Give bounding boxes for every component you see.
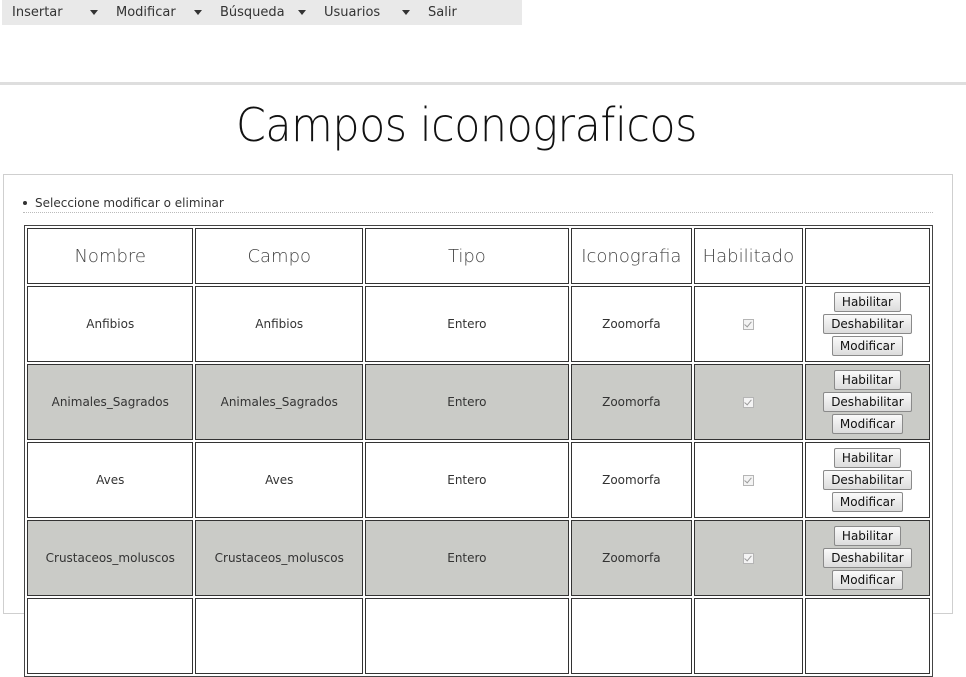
modify-button[interactable]: Modificar (831, 414, 903, 434)
modify-button[interactable]: Modificar (831, 570, 903, 590)
cell-iconografia: Zoomorfa (570, 286, 692, 362)
menu-modificar[interactable]: Modificar (106, 0, 210, 25)
cell-nombre: Aves (27, 442, 194, 518)
enabled-checkbox[interactable] (742, 319, 754, 330)
cell-habilitado (693, 442, 803, 518)
cell-actions: Habilitar Deshabilitar Modificar (804, 442, 930, 518)
chevron-down-icon (90, 10, 98, 15)
cell-habilitado (693, 520, 803, 596)
instruction-label: Seleccione modificar o eliminar (35, 196, 224, 210)
cell-iconografia: Zoomorfa (570, 364, 692, 440)
table-row: Crustaceos_moluscos Crustaceos_moluscos … (27, 520, 930, 596)
cell-iconografia: Zoomorfa (570, 442, 692, 518)
cell-actions: Habilitar Deshabilitar Modificar (804, 520, 930, 596)
menu-label: Insertar (12, 5, 63, 20)
cell-campo: Animales_Sagrados (195, 364, 363, 440)
chevron-down-icon (194, 10, 202, 15)
cell-iconografia: Zoomorfa (570, 520, 692, 596)
header-divider (0, 82, 966, 85)
header-habilitado: Habilitado (693, 228, 803, 284)
cell-tipo: Entero (364, 442, 569, 518)
modify-button[interactable]: Modificar (831, 336, 903, 356)
cell-campo: Anfibios (195, 286, 363, 362)
enabled-checkbox[interactable] (742, 397, 754, 408)
menu-insertar[interactable]: Insertar (2, 0, 106, 25)
cell-campo: Aves (195, 442, 363, 518)
cell-actions: Habilitar Deshabilitar Modificar (804, 286, 930, 362)
cell-tipo: Entero (364, 364, 569, 440)
menu-label: Modificar (116, 5, 176, 20)
disable-button[interactable]: Deshabilitar (823, 470, 912, 490)
header-actions (804, 228, 930, 284)
chevron-down-icon (402, 10, 410, 15)
table-row: Animales_Sagrados Animales_Sagrados Ente… (27, 364, 930, 440)
menu-busqueda[interactable]: Búsqueda (210, 0, 314, 25)
disable-button[interactable]: Deshabilitar (823, 314, 912, 334)
disable-button[interactable]: Deshabilitar (823, 548, 912, 568)
menu-salir[interactable]: Salir (418, 0, 522, 25)
enable-button[interactable]: Habilitar (833, 448, 901, 468)
cell-nombre: Crustaceos_moluscos (27, 520, 194, 596)
fields-table: Nombre Campo Tipo Iconografia Habilitado… (24, 225, 933, 677)
enabled-checkbox[interactable] (742, 475, 754, 486)
menu-label: Búsqueda (220, 5, 285, 20)
enable-button[interactable]: Habilitar (833, 292, 901, 312)
header-nombre: Nombre (27, 228, 194, 284)
table-row: Anfibios Anfibios Entero Zoomorfa Habili… (27, 286, 930, 362)
cell-campo: Crustaceos_moluscos (195, 520, 363, 596)
cell-tipo: Entero (364, 286, 569, 362)
modify-button[interactable]: Modificar (831, 492, 903, 512)
header-campo: Campo (195, 228, 363, 284)
cell-habilitado (693, 286, 803, 362)
table-row: Aves Aves Entero Zoomorfa Habilitar Desh… (27, 442, 930, 518)
menu-usuarios[interactable]: Usuarios (314, 0, 418, 25)
header-tipo: Tipo (364, 228, 569, 284)
enabled-checkbox[interactable] (742, 553, 754, 564)
table-row (27, 598, 930, 674)
top-menu-bar: Insertar Modificar Búsqueda Usuarios Sal… (2, 0, 522, 25)
cell-habilitado (693, 364, 803, 440)
chevron-down-icon (298, 10, 306, 15)
instruction-text: Seleccione modificar o eliminar (23, 196, 933, 213)
cell-nombre: Anfibios (27, 286, 194, 362)
header-iconografia: Iconografia (570, 228, 692, 284)
menu-label: Salir (428, 5, 457, 20)
enable-button[interactable]: Habilitar (833, 526, 901, 546)
cell-nombre: Animales_Sagrados (27, 364, 194, 440)
table-header-row: Nombre Campo Tipo Iconografia Habilitado (27, 228, 930, 284)
disable-button[interactable]: Deshabilitar (823, 392, 912, 412)
page-title: Campos iconograficos (236, 98, 697, 152)
menu-label: Usuarios (324, 5, 381, 20)
cell-tipo: Entero (364, 520, 569, 596)
bullet-icon (23, 200, 27, 205)
enable-button[interactable]: Habilitar (833, 370, 901, 390)
cell-actions: Habilitar Deshabilitar Modificar (804, 364, 930, 440)
